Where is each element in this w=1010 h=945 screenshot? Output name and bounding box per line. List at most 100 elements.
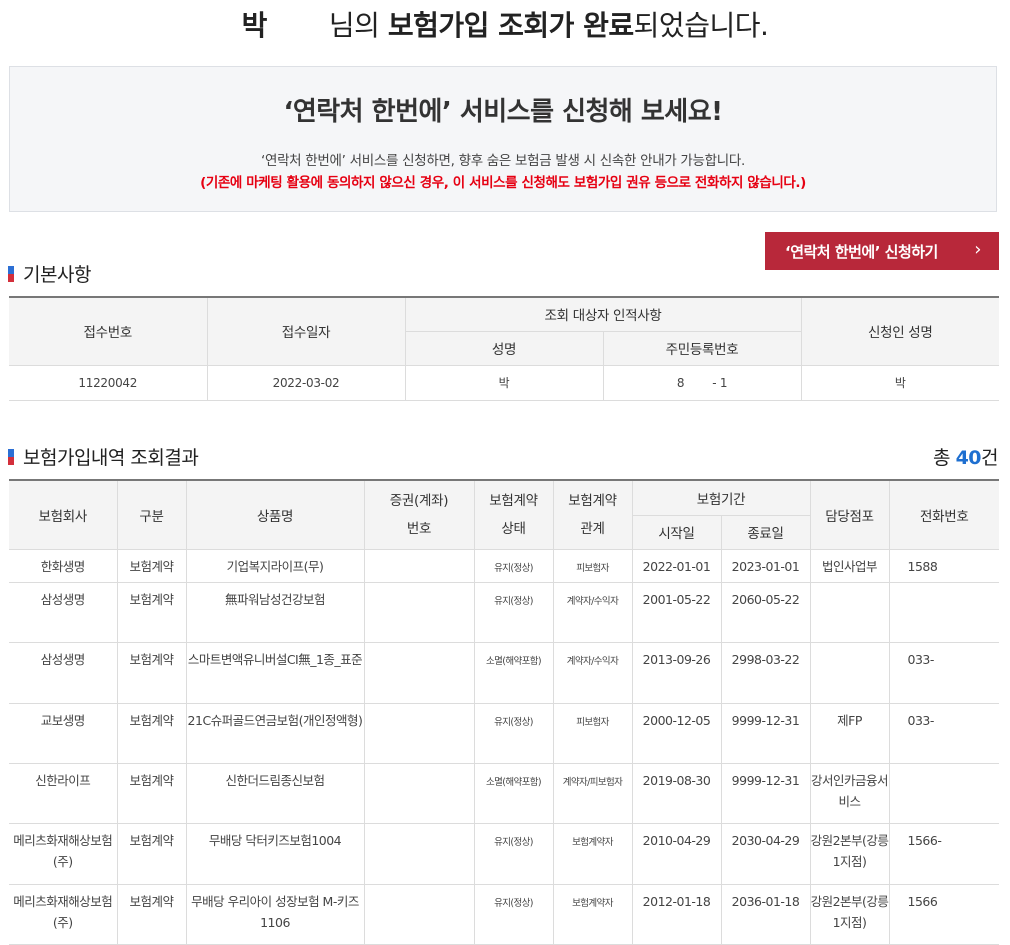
cell-type: 보험계약: [116, 822, 187, 885]
cell-start: 2013-09-26: [631, 641, 722, 704]
header-status: 보험계약 상태: [473, 479, 554, 550]
cell-policy-no: [363, 762, 475, 824]
header-receipt-no: 접수번호: [9, 296, 208, 366]
cell-status: 유지(정상): [473, 548, 554, 583]
promo-description: ‘연락처 한번에’ 서비스를 신청하면, 향후 숨은 보험금 발생 시 신속한 …: [260, 153, 746, 169]
cell-branch: [809, 581, 890, 643]
cell-status: 유지(정상): [473, 702, 554, 764]
total-count: 총 40건: [933, 443, 998, 470]
cell-product: 신한더드림종신보험: [185, 762, 365, 824]
cell-type: 보험계약: [116, 548, 187, 583]
basic-info-table: 접수번호 접수일자 조회 대상자 인적사항 신청인 성명 성명 주민등록번호 1…: [9, 296, 999, 401]
cell-receipt-no: 11220042: [9, 364, 208, 401]
table-row: 삼성생명 보험계약 無파워남성건강보험 유지(정상) 계약자/수익자 2001-05-22…: [9, 581, 1000, 643]
cell-phone: 1566: [888, 883, 1000, 945]
cell-company: 신한라이프: [9, 762, 118, 824]
cell-start: 2001-05-22: [631, 581, 722, 643]
cell-receipt-date: 2022-03-02: [206, 364, 406, 401]
title-emphasis: 보험가입 조회가 완료: [387, 9, 634, 42]
header-end: 종료일: [720, 514, 811, 550]
cell-end: 2060-05-22: [720, 581, 811, 643]
total-suffix: 건: [981, 447, 998, 469]
cell-relation: 계약자/피보험자: [552, 762, 633, 824]
header-relation: 보험계약관계: [552, 479, 633, 550]
cell-phone: [888, 762, 1000, 824]
cell-status: 소멸(해약포함): [473, 762, 554, 824]
cell-product: 無파워남성건강보험: [185, 581, 365, 643]
section-marker-icon: [8, 448, 14, 465]
cell-branch: 강서인카금융서비스: [809, 762, 890, 824]
cell-product: 기업복지라이프(무): [185, 548, 365, 583]
cell-relation: 피보험자: [552, 702, 633, 764]
header-relation-line2: 관계: [580, 520, 605, 537]
cell-type: 보험계약: [116, 762, 187, 824]
cell-end: 2036-01-18: [720, 883, 811, 945]
cell-company: 메리츠화재해상보험(주): [9, 822, 118, 885]
cell-rrn: 8 - 1: [602, 364, 802, 401]
cell-branch: 법인사업부: [809, 548, 890, 583]
cell-relation: 보험계약자: [552, 822, 633, 885]
promo-warning: (기존에 마케팅 활용에 동의하지 않으신 경우, 이 서비스를 신청해도 보험…: [200, 175, 806, 191]
section-marker-icon: [8, 265, 14, 282]
cell-product: 21C슈퍼골드연금보험(개인정액형): [185, 702, 365, 764]
chevron-right-icon: ›: [974, 239, 981, 260]
cell-end: 2023-01-01: [720, 548, 811, 583]
cell-policy-no: [363, 702, 475, 764]
table-row: 메리츠화재해상보험(주) 보험계약 무배당 닥터키즈보험1004 유지(정상) 보험계약…: [9, 822, 1000, 885]
cell-start: 2012-01-18: [631, 883, 722, 945]
cell-start: 2019-08-30: [631, 762, 722, 824]
results-section-label: 보험가입내역 조회결과: [23, 447, 199, 469]
cell-policy-no: [363, 641, 475, 704]
cell-product: 무배당 우리아이 성장보험 M-키즈1106: [185, 883, 365, 945]
cell-branch: [809, 641, 890, 704]
title-particle: 의: [354, 9, 388, 42]
basic-info-row: 11220042 2022-03-02 박 8 - 1 박: [9, 364, 999, 401]
cell-company: 한화생명: [9, 548, 118, 583]
cell-start: 2022-01-01: [631, 548, 722, 583]
header-relation-line1: 보험계약: [568, 492, 617, 509]
results-section-title: 보험가입내역 조회결과: [8, 443, 199, 470]
cell-company: 교보생명: [9, 702, 118, 764]
basic-section-title: 기본사항: [8, 260, 91, 287]
header-receipt-date: 접수일자: [206, 296, 406, 366]
cell-phone: 1588: [888, 548, 1000, 583]
header-policy-no: 증권(계좌) 번호: [363, 479, 475, 550]
header-start: 시작일: [632, 514, 722, 550]
cell-end: 9999-12-31: [720, 762, 811, 824]
results-table: 보험회사 구분 상품명 증권(계좌) 번호 보험계약 상태 보험계약 관계 보험기간 …: [9, 479, 1000, 945]
total-number: 40: [955, 447, 982, 469]
cell-name: 박: [404, 364, 604, 401]
cell-company: 메리츠화재해상보험(주): [9, 883, 118, 945]
cell-status: 유지(정상): [473, 822, 554, 885]
cell-applicant: 박: [800, 364, 999, 401]
table-row: 한화생명 보험계약 기업복지라이프(무) 유지(정상) 피보험자 2022-01-01 20…: [9, 548, 1000, 583]
table-row: 신한라이프 보험계약 신한더드림종신보험 소멸(해약포함) 계약자/피보험자 2019-0…: [9, 762, 1000, 824]
cell-company: 삼성생명: [9, 581, 118, 643]
apply-service-button[interactable]: ‘연락처 한번에’ 신청하기 ›: [765, 232, 999, 270]
cell-type: 보험계약: [116, 641, 187, 704]
header-company: 보험회사: [9, 479, 118, 550]
promo-box: ‘연락처 한번에’ 서비스를 신청해 보세요! ‘연락처 한번에’ 서비스를 신…: [9, 66, 997, 212]
cell-type: 보험계약: [116, 702, 187, 764]
cell-status: 유지(정상): [473, 883, 554, 945]
header-applicant: 신청인 성명: [800, 296, 999, 366]
cell-end: 2998-03-22: [720, 641, 811, 704]
header-policy-no-line1: 증권(계좌): [389, 492, 449, 509]
header-status-line2: 상태: [501, 520, 526, 537]
header-type: 구분: [116, 479, 187, 550]
cell-end: 2030-04-29: [720, 822, 811, 885]
cell-status: 소멸(해약포함): [473, 641, 554, 704]
header-branch: 담당점포: [809, 479, 890, 550]
header-rrn: 주민등록번호: [602, 330, 801, 366]
cell-branch: 강원2본부(강릉1지점): [809, 822, 890, 885]
cell-type: 보험계약: [116, 581, 187, 643]
cell-status: 유지(정상): [473, 581, 554, 643]
header-target: 조회 대상자 인적사항: [404, 296, 802, 332]
cell-end: 9999-12-31: [720, 702, 811, 764]
cell-relation: 계약자/수익자: [552, 581, 633, 643]
basic-section-label: 기본사항: [23, 264, 91, 286]
cell-relation: 계약자/수익자: [552, 641, 633, 704]
title-ending: 되었습니다.: [633, 9, 769, 42]
promo-heading: ‘연락처 한번에’ 서비스를 신청해 보세요!: [283, 97, 723, 127]
total-prefix: 총: [933, 447, 956, 469]
